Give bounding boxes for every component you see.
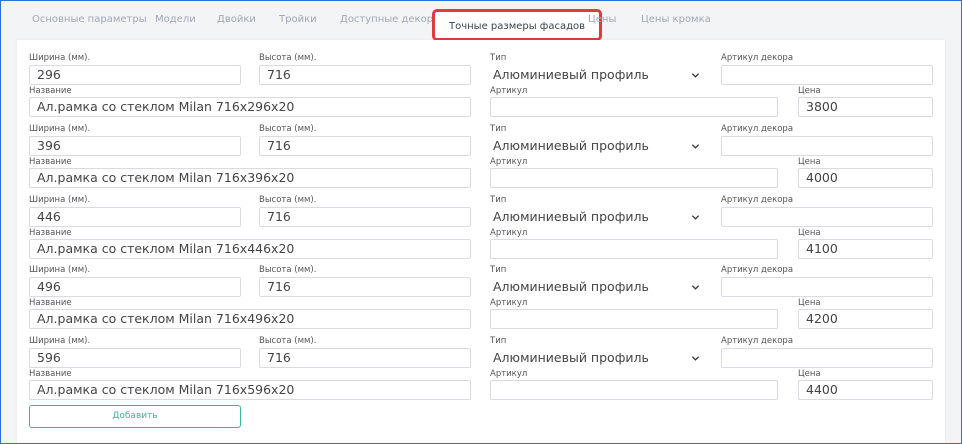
name-input[interactable]: Ал.рамка со стеклом Milan 716x446x20 [29, 239, 471, 259]
article-input[interactable] [490, 168, 778, 188]
width-input[interactable]: 596 [29, 348, 241, 368]
width-input[interactable]: 396 [29, 136, 241, 156]
article-label: Артикул [490, 298, 528, 308]
chevron-down-icon [691, 73, 700, 78]
name-input[interactable]: Ал.рамка со стеклом Milan 716x496x20 [29, 309, 471, 329]
name-label: Название [29, 228, 72, 238]
decor-article-input[interactable] [721, 207, 933, 227]
width-input[interactable]: 446 [29, 207, 241, 227]
type-select[interactable]: Алюминиевый профиль [490, 277, 702, 297]
decor-article-label: Артикул декора [721, 53, 794, 63]
decor-article-label: Артикул декора [721, 336, 794, 346]
type-select-value: Алюминиевый профиль [493, 67, 649, 82]
type-label: Тип [490, 53, 507, 63]
height-input[interactable]: 716 [259, 207, 471, 227]
decor-article-input[interactable] [721, 136, 933, 156]
decor-article-input[interactable] [721, 348, 933, 368]
article-input[interactable] [490, 239, 778, 259]
chevron-down-icon [691, 215, 700, 220]
chevron-down-icon [691, 356, 700, 361]
tab-models[interactable]: Модели [155, 14, 196, 25]
tab-exact-facade-sizes[interactable]: Точные размеры фасадов [432, 9, 603, 41]
name-label: Название [29, 86, 72, 96]
type-select[interactable]: Алюминиевый профиль [490, 207, 702, 227]
width-input[interactable]: 296 [29, 65, 241, 85]
price-label: Цена [798, 369, 821, 379]
chevron-down-icon [691, 144, 700, 149]
facade-sizes-panel: Ширина (мм). 296 Высота (мм). 716 Тип Ал… [17, 40, 945, 444]
width-input[interactable]: 496 [29, 277, 241, 297]
type-label: Тип [490, 124, 507, 134]
decor-article-input[interactable] [721, 277, 933, 297]
article-input[interactable] [490, 97, 778, 117]
width-label: Ширина (мм). [29, 195, 91, 205]
type-select-value: Алюминиевый профиль [493, 209, 649, 224]
decor-article-label: Артикул декора [721, 195, 794, 205]
facade-row: Ширина (мм). 496 Высота (мм). 716 Тип Ал… [17, 265, 945, 331]
tab-bar: Основные параметры Модели Двойки Тройки … [17, 9, 945, 41]
decor-article-label: Артикул декора [721, 265, 794, 275]
tab-prices[interactable]: Цены [588, 14, 616, 25]
tab-main-params[interactable]: Основные параметры [32, 14, 147, 25]
name-input[interactable]: Ал.рамка со стеклом Milan 716x596x20 [29, 380, 471, 400]
price-input[interactable]: 4100 [798, 239, 933, 259]
height-input[interactable]: 716 [259, 65, 471, 85]
price-label: Цена [798, 298, 821, 308]
type-select[interactable]: Алюминиевый профиль [490, 348, 702, 368]
price-input[interactable]: 4200 [798, 309, 933, 329]
type-label: Тип [490, 336, 507, 346]
type-select-value: Алюминиевый профиль [493, 350, 649, 365]
height-label: Высота (мм). [259, 336, 317, 346]
decor-article-label: Артикул декора [721, 124, 794, 134]
width-label: Ширина (мм). [29, 124, 91, 134]
type-select[interactable]: Алюминиевый профиль [490, 65, 702, 85]
tab-doubles[interactable]: Двойки [217, 14, 256, 25]
name-label: Название [29, 369, 72, 379]
width-label: Ширина (мм). [29, 53, 91, 63]
height-label: Высота (мм). [259, 53, 317, 63]
tab-available-decors[interactable]: Доступные декоры [340, 14, 441, 25]
price-label: Цена [798, 228, 821, 238]
price-label: Цена [798, 157, 821, 167]
article-label: Артикул [490, 369, 528, 379]
height-input[interactable]: 716 [259, 277, 471, 297]
name-input[interactable]: Ал.рамка со стеклом Milan 716x396x20 [29, 168, 471, 188]
price-input[interactable]: 4400 [798, 380, 933, 400]
name-label: Название [29, 157, 72, 167]
name-input[interactable]: Ал.рамка со стеклом Milan 716x296x20 [29, 97, 471, 117]
height-label: Высота (мм). [259, 124, 317, 134]
article-input[interactable] [490, 309, 778, 329]
height-label: Высота (мм). [259, 265, 317, 275]
decor-article-input[interactable] [721, 65, 933, 85]
height-label: Высота (мм). [259, 195, 317, 205]
height-input[interactable]: 716 [259, 136, 471, 156]
chevron-down-icon [691, 285, 700, 290]
tab-edge-prices[interactable]: Цены кромка [641, 14, 711, 25]
type-select[interactable]: Алюминиевый профиль [490, 136, 702, 156]
article-label: Артикул [490, 228, 528, 238]
price-input[interactable]: 4000 [798, 168, 933, 188]
facade-row: Ширина (мм). 296 Высота (мм). 716 Тип Ал… [17, 53, 945, 119]
facade-row: Ширина (мм). 446 Высота (мм). 716 Тип Ал… [17, 195, 945, 261]
facade-row: Ширина (мм). 596 Высота (мм). 716 Тип Ал… [17, 336, 945, 402]
height-input[interactable]: 716 [259, 348, 471, 368]
type-select-value: Алюминиевый профиль [493, 279, 649, 294]
type-select-value: Алюминиевый профиль [493, 138, 649, 153]
facade-row: Ширина (мм). 396 Высота (мм). 716 Тип Ал… [17, 124, 945, 190]
tab-triples[interactable]: Тройки [279, 14, 317, 25]
add-button[interactable]: Добавить [29, 405, 241, 428]
type-label: Тип [490, 265, 507, 275]
type-label: Тип [490, 195, 507, 205]
article-input[interactable] [490, 380, 778, 400]
width-label: Ширина (мм). [29, 336, 91, 346]
price-input[interactable]: 3800 [798, 97, 933, 117]
price-label: Цена [798, 86, 821, 96]
width-label: Ширина (мм). [29, 265, 91, 275]
article-label: Артикул [490, 157, 528, 167]
article-label: Артикул [490, 86, 528, 96]
name-label: Название [29, 298, 72, 308]
